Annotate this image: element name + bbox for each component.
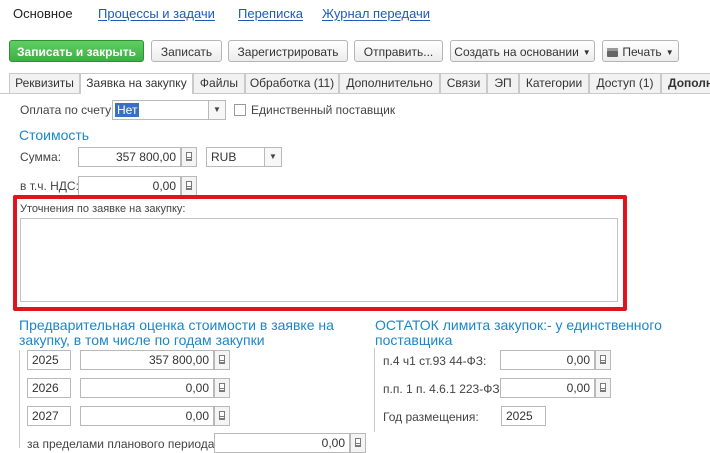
print-label: Печать bbox=[622, 45, 662, 59]
year-value-1[interactable]: 357 800,00 bbox=[80, 350, 214, 370]
year-field-2[interactable]: 2026 bbox=[27, 378, 71, 398]
sum-field[interactable]: 357 800,00 bbox=[78, 147, 181, 167]
limit-row1-label: п.4 ч1 ст.93 44-ФЗ: bbox=[383, 354, 487, 368]
calculator-icon[interactable] bbox=[181, 176, 197, 196]
year-placement-label: Год размещения: bbox=[383, 410, 479, 424]
tab-additional[interactable]: Дополнительно bbox=[339, 73, 440, 93]
calculator-icon[interactable] bbox=[214, 350, 230, 370]
calculator-icon[interactable] bbox=[595, 378, 611, 398]
tab-files[interactable]: Файлы bbox=[193, 73, 245, 93]
limit-title: ОСТАТОК лимита закупок:- у единственного… bbox=[375, 317, 662, 348]
year-field-3[interactable]: 2027 bbox=[27, 406, 71, 426]
save-and-close-button[interactable]: Записать и закрыть bbox=[9, 40, 144, 62]
calculator-icon[interactable] bbox=[214, 406, 230, 426]
limit-row1-field[interactable]: 0,00 bbox=[500, 350, 595, 370]
save-button[interactable]: Записать bbox=[151, 40, 222, 62]
year-field-1[interactable]: 2025 bbox=[27, 350, 71, 370]
year-value-2[interactable]: 0,00 bbox=[80, 378, 214, 398]
calculator-icon[interactable] bbox=[214, 378, 230, 398]
beyond-field[interactable]: 0,00 bbox=[214, 433, 350, 453]
estimate-title: Предварительная оценка стоимости в заявк… bbox=[19, 317, 334, 348]
tab-processing[interactable]: Обработка (11) bbox=[245, 73, 339, 93]
tab-main[interactable]: Основное bbox=[13, 0, 73, 28]
limit-row2-label: п.п. 1 п. 4.6.1 223-ФЗ: bbox=[383, 382, 503, 396]
chevron-down-icon[interactable]: ▼ bbox=[208, 100, 226, 120]
form-tab-bar: Реквизиты Заявка на закупку Файлы Обрабо… bbox=[0, 73, 710, 94]
tab-purchase-request[interactable]: Заявка на закупку bbox=[80, 73, 193, 94]
payment-label: Оплата по счету: bbox=[20, 103, 115, 117]
tab-categories[interactable]: Категории bbox=[519, 73, 589, 93]
cost-title: Стоимость bbox=[19, 127, 90, 143]
payment-value: Нет bbox=[115, 103, 140, 117]
printer-icon bbox=[607, 48, 619, 57]
calculator-icon[interactable] bbox=[595, 350, 611, 370]
year-placement-field[interactable]: 2025 bbox=[501, 406, 546, 426]
beyond-label: за пределами планового периода: bbox=[27, 437, 218, 451]
currency-select[interactable]: RUB bbox=[206, 147, 265, 167]
tab-more[interactable]: Дополн bbox=[661, 73, 710, 93]
register-button[interactable]: Зарегистрировать bbox=[228, 40, 348, 62]
create-based-on-button[interactable]: Создать на основании ▼ bbox=[450, 40, 595, 62]
year-value-3[interactable]: 0,00 bbox=[80, 406, 214, 426]
highlight-frame bbox=[13, 195, 627, 311]
payment-select[interactable]: Нет bbox=[112, 100, 210, 120]
print-button[interactable]: Печать ▼ bbox=[602, 40, 679, 62]
tab-requisites[interactable]: Реквизиты bbox=[9, 73, 80, 93]
send-button[interactable]: Отправить... bbox=[354, 40, 443, 62]
sum-label: Сумма: bbox=[20, 150, 62, 164]
chevron-down-icon: ▼ bbox=[582, 48, 591, 57]
single-supplier-checkbox[interactable] bbox=[234, 104, 246, 116]
limit-row2-field[interactable]: 0,00 bbox=[500, 378, 595, 398]
tab-links[interactable]: Связи bbox=[440, 73, 487, 93]
tab-signature[interactable]: ЭП bbox=[487, 73, 519, 93]
tab-correspondence[interactable]: Переписка bbox=[238, 0, 303, 28]
chevron-down-icon: ▼ bbox=[665, 48, 674, 57]
create-based-on-label: Создать на основании bbox=[454, 45, 579, 59]
single-supplier-label: Единственный поставщик bbox=[251, 103, 396, 117]
estimate-group-line bbox=[19, 350, 20, 448]
vat-field[interactable]: 0,00 bbox=[78, 176, 181, 196]
chevron-down-icon[interactable]: ▼ bbox=[264, 147, 282, 167]
limit-group-line bbox=[374, 348, 375, 432]
vat-label: в т.ч. НДС: bbox=[20, 179, 79, 193]
tab-transfer-log[interactable]: Журнал передачи bbox=[322, 0, 430, 28]
tab-access[interactable]: Доступ (1) bbox=[589, 73, 661, 93]
calculator-icon[interactable] bbox=[350, 433, 366, 453]
calculator-icon[interactable] bbox=[181, 147, 197, 167]
tab-processes[interactable]: Процессы и задачи bbox=[98, 0, 215, 28]
